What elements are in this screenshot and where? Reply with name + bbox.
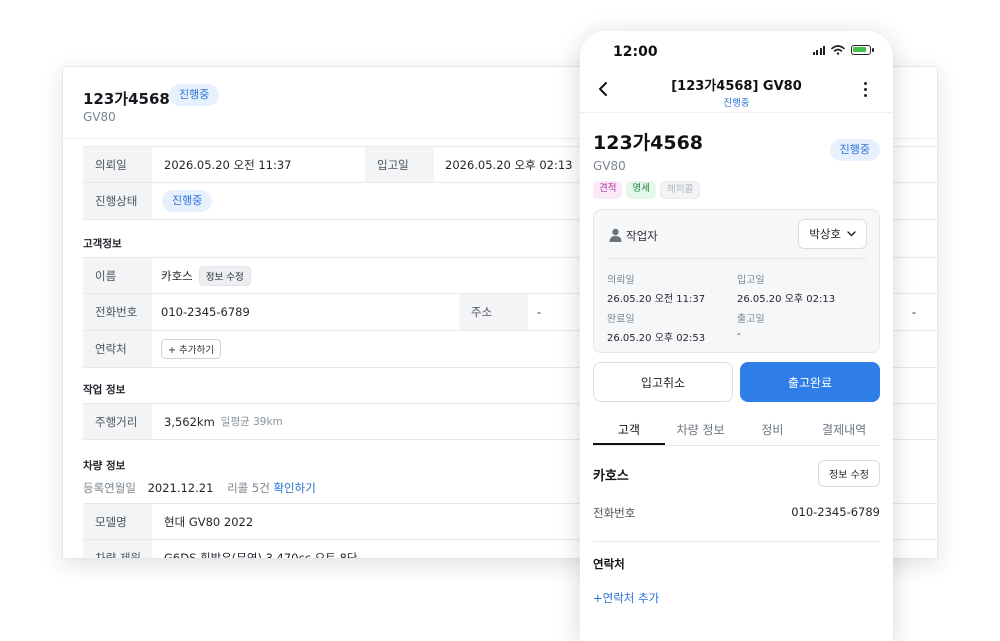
document-tags: 견적 명세 해피콜 bbox=[593, 181, 701, 199]
mobile-vehicle-model: GV80 bbox=[593, 159, 626, 173]
mileage-value: 3,562km bbox=[164, 414, 215, 429]
tab-maintenance[interactable]: 정비 bbox=[737, 412, 809, 445]
address-label: 주소 bbox=[459, 294, 528, 330]
work-info-box: 작업자 박상호 의뢰일 26.05.20 오전 11:37 입고일 26.05.… bbox=[593, 209, 880, 353]
inbound-date-value: 26.05.20 오후 02:13 bbox=[737, 294, 836, 305]
inbound-date-label: 입고일 bbox=[365, 147, 434, 182]
tab-vehicle-info[interactable]: 차량 정보 bbox=[665, 412, 737, 445]
address-value: - bbox=[537, 305, 542, 319]
progress-label: 진행상태 bbox=[83, 183, 152, 219]
nav-title: [123가4568] GV80 bbox=[671, 79, 802, 94]
request-date-label: 의뢰일 bbox=[607, 275, 635, 286]
customer-name: 카호스 bbox=[161, 268, 193, 283]
release-date-label: 출고일 bbox=[737, 314, 765, 325]
model-label: 모델명 bbox=[83, 504, 152, 539]
release-date-value: - bbox=[737, 329, 741, 340]
chevron-down-icon bbox=[847, 231, 856, 237]
status-icons bbox=[812, 45, 874, 55]
more-options-icon[interactable] bbox=[864, 82, 867, 97]
inbound-date: 입고일 26.05.20 오후 02:13 bbox=[737, 271, 835, 305]
complete-date-value: 26.05.20 오후 02:53 bbox=[607, 333, 706, 344]
contact-label: 연락처 bbox=[83, 331, 152, 367]
registration-value: 2021.12.21 bbox=[147, 481, 214, 495]
section-divider bbox=[593, 541, 880, 542]
tab-payments[interactable]: 결제내역 bbox=[808, 412, 880, 445]
tab-customer[interactable]: 고객 bbox=[593, 412, 665, 445]
signal-icon bbox=[812, 45, 825, 55]
mobile-edit-info-button[interactable]: 정보 수정 bbox=[818, 460, 880, 487]
edit-info-button[interactable]: 정보 수정 bbox=[198, 265, 251, 286]
extra-value: - bbox=[912, 305, 917, 319]
phone-label: 전화번호 bbox=[83, 294, 152, 330]
recall-check-link[interactable]: 확인하기 bbox=[273, 481, 315, 495]
spec-value: G6DS 휘발유(무연) 3,470cc 오토 8단 bbox=[164, 551, 358, 559]
mobile-navbar: [123가4568] GV80 진행중 bbox=[580, 67, 893, 113]
registration-label: 등록연월일 bbox=[83, 481, 136, 495]
phone-value: 010-2345-6789 bbox=[161, 305, 250, 319]
mileage-average: 일평균 39km bbox=[220, 416, 283, 428]
add-contact-button[interactable]: + 추가하기 bbox=[161, 339, 221, 359]
release-complete-button[interactable]: 출고완료 bbox=[740, 362, 880, 402]
nav-subtitle: 진행중 bbox=[723, 98, 750, 109]
inbound-date-value: 2026.05.20 오후 02:13 bbox=[445, 157, 573, 172]
worker-select[interactable]: 박상호 bbox=[798, 219, 867, 249]
mobile-phone-frame: 12:00 [123가4568] GV80 진행중 123가4568 GV80 … bbox=[580, 31, 893, 641]
plate-number: 123가4568 bbox=[83, 90, 170, 108]
worker-label: 작업자 bbox=[626, 229, 658, 243]
contact-heading: 연락처 bbox=[593, 557, 625, 571]
inbound-date-label: 입고일 bbox=[737, 275, 765, 286]
mobile-phone-value: 010-2345-6789 bbox=[791, 505, 880, 519]
worker-name: 박상호 bbox=[809, 227, 841, 241]
request-date-label: 의뢰일 bbox=[83, 147, 152, 182]
name-label: 이름 bbox=[83, 258, 152, 293]
mobile-tabs: 고객 차량 정보 정비 결제내역 bbox=[593, 412, 880, 446]
mobile-status-badge: 진행중 bbox=[829, 139, 880, 161]
complete-date: 완료일 26.05.20 오후 02:53 bbox=[607, 310, 705, 344]
tag-statement[interactable]: 명세 bbox=[626, 181, 656, 199]
battery-icon bbox=[851, 45, 874, 55]
mileage-label: 주행거리 bbox=[83, 404, 152, 439]
request-date-value: 26.05.20 오전 11:37 bbox=[607, 294, 706, 305]
cancel-inbound-button[interactable]: 입고취소 bbox=[593, 362, 733, 402]
status-time: 12:00 bbox=[613, 44, 658, 60]
box-divider bbox=[606, 258, 867, 259]
progress-badge: 진행중 bbox=[162, 190, 213, 212]
model-value: 현대 GV80 2022 bbox=[164, 514, 254, 529]
request-date: 의뢰일 26.05.20 오전 11:37 bbox=[607, 271, 705, 305]
tag-estimate[interactable]: 견적 bbox=[593, 181, 623, 199]
add-contact-link[interactable]: +연락처 추가 bbox=[593, 590, 659, 606]
customer-section-title: 고객정보 bbox=[83, 238, 122, 250]
vehicle-section-title: 차량 정보 bbox=[83, 460, 126, 472]
registration-line: 등록연월일 2021.12.21 리콜 5건 확인하기 bbox=[83, 480, 316, 496]
release-date: 출고일 - bbox=[737, 310, 765, 340]
person-icon bbox=[609, 228, 622, 242]
request-date-value: 2026.05.20 오전 11:37 bbox=[164, 157, 292, 172]
complete-date-label: 완료일 bbox=[607, 314, 635, 325]
spec-label: 차량 제원 bbox=[83, 540, 152, 558]
mobile-phone-label: 전화번호 bbox=[593, 506, 636, 520]
vehicle-model: GV80 bbox=[83, 110, 116, 124]
work-section-title: 작업 정보 bbox=[83, 384, 126, 396]
tag-happy-call[interactable]: 해피콜 bbox=[659, 181, 701, 199]
mobile-plate-number: 123가4568 bbox=[593, 132, 704, 154]
recall-count: 리콜 5건 bbox=[227, 481, 270, 495]
status-badge: 진행중 bbox=[169, 84, 220, 106]
wifi-icon bbox=[831, 45, 845, 55]
mobile-customer-name: 카호스 bbox=[593, 469, 629, 484]
